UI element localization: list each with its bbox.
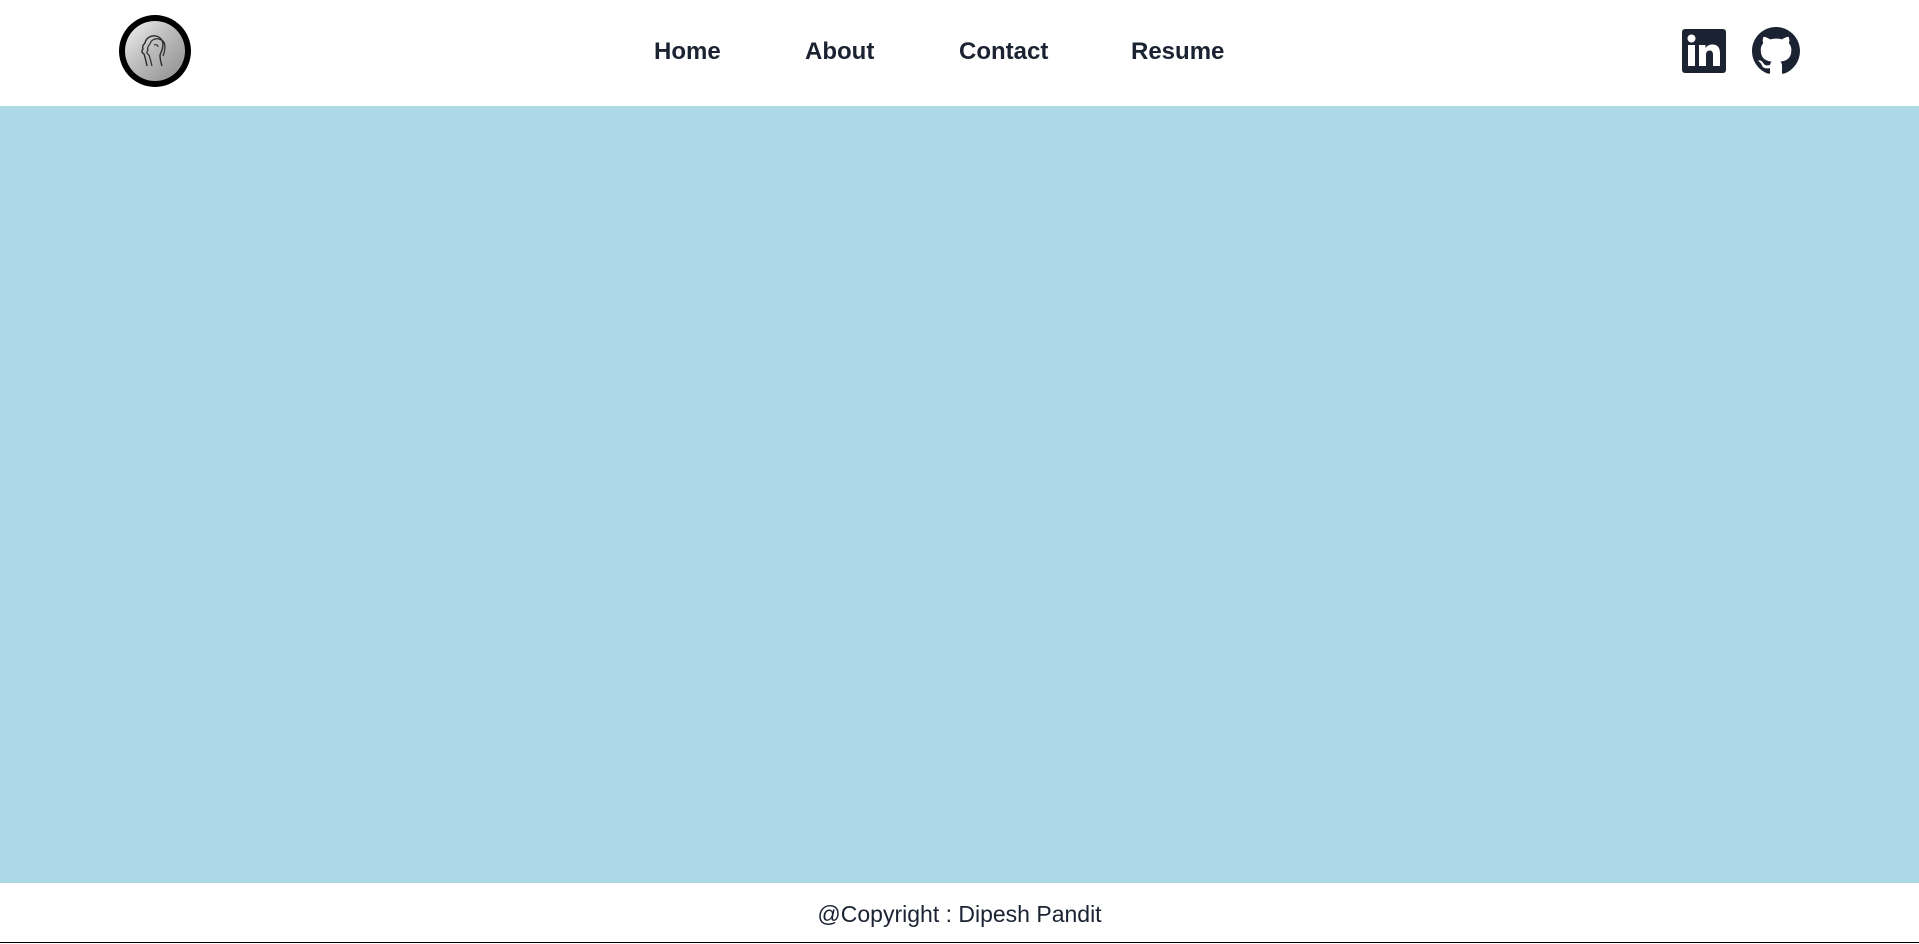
main-nav: Home About Contact Resume (0, 0, 1919, 106)
github-icon[interactable] (1752, 27, 1800, 75)
site-header: Home About Contact Resume (0, 0, 1919, 106)
copyright-text: @Copyright : Dipesh Pandit (817, 901, 1102, 927)
nav-resume-link[interactable]: Resume (1131, 38, 1224, 66)
nav-about-link[interactable]: About (805, 38, 874, 66)
main-content-area (0, 106, 1919, 883)
nav-contact-link[interactable]: Contact (959, 38, 1048, 66)
nav-home-link[interactable]: Home (654, 38, 721, 66)
site-footer: @Copyright : Dipesh Pandit (0, 883, 1919, 943)
linkedin-icon[interactable] (1682, 29, 1726, 73)
